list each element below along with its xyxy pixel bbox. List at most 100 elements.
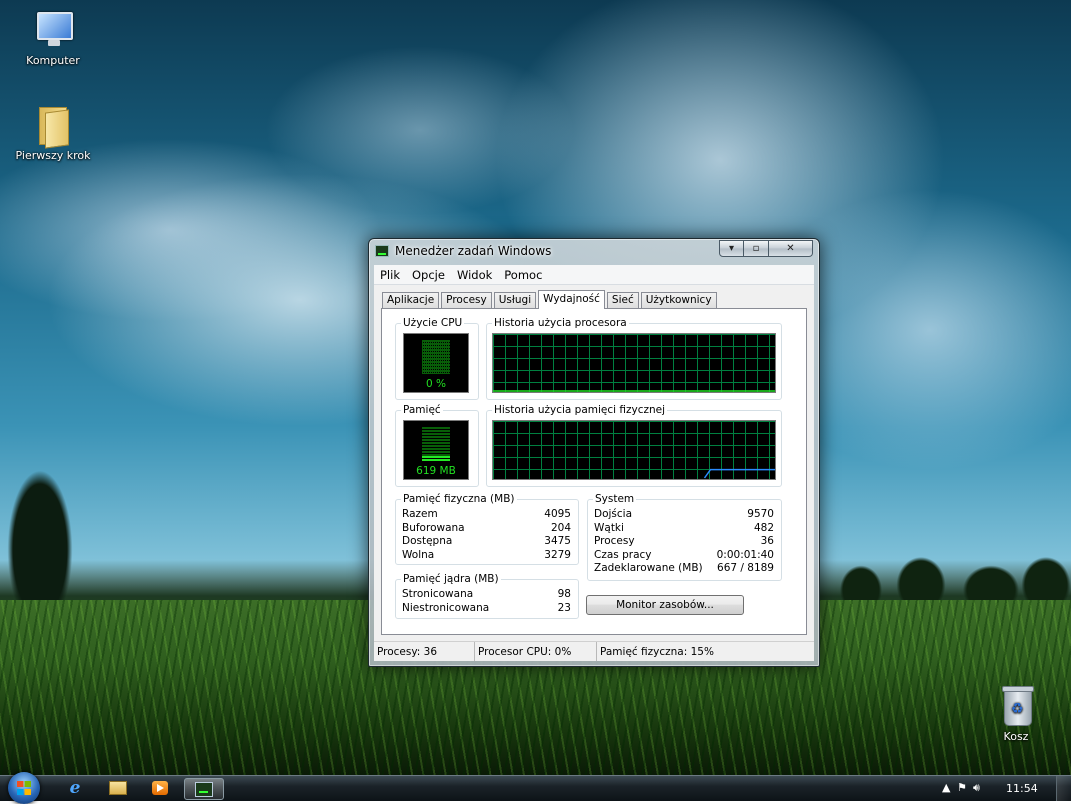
stat-name: Stronicowana <box>402 588 474 600</box>
kernel-memory-label: Pamięć jądra (MB) <box>401 573 501 585</box>
stat-name: Dojścia <box>594 508 633 520</box>
stat-row: Dostępna 3475 <box>402 535 571 548</box>
stat-value: 9570 <box>747 508 774 520</box>
show-desktop-button[interactable] <box>1056 776 1071 801</box>
tab-applications[interactable]: Aplikacje <box>382 292 440 308</box>
window-client: Aplikacje Procesy Usługi Wydajność Sieć … <box>374 285 814 661</box>
kernel-memory-group: Pamięć jądra (MB) Stronicowana 98 Niestro… <box>395 573 579 619</box>
desktop-icon-label: Komputer <box>26 54 80 67</box>
memory-label: Pamięć <box>401 404 443 416</box>
status-cpu: Procesor CPU: 0% <box>475 642 597 661</box>
stat-row: Niestronicowana 23 <box>402 602 571 615</box>
stat-row: Razem 4095 <box>402 508 571 521</box>
taskbar: e ▲ ⚑ 🔊︎ 11:54 <box>0 772 1071 804</box>
memory-meter: 619 MB <box>403 420 469 480</box>
status-memory: Pamięć fizyczna: 15% <box>600 645 714 658</box>
cpu-history-graph <box>492 333 776 393</box>
stat-value: 23 <box>557 602 571 614</box>
cpu-usage-meter: 0 % <box>403 333 469 393</box>
computer-icon <box>33 8 73 50</box>
taskbar-task-manager[interactable] <box>184 778 224 800</box>
media-player-icon <box>152 781 168 795</box>
stat-value: 204 <box>550 522 571 534</box>
stat-value: 482 <box>753 522 774 534</box>
stat-row: Procesy 36 <box>594 535 774 548</box>
window-controls: ▾ ▫ ✕ <box>719 240 813 258</box>
task-manager-window: Menedżer zadań Windows ▾ ▫ ✕ Plik Opcje … <box>368 238 820 667</box>
menu-view[interactable]: Widok <box>451 268 498 282</box>
physical-memory-group: Pamięć fizyczna (MB) Razem 4095 Buforowan… <box>395 493 579 565</box>
stat-name: Dostępna <box>402 535 453 547</box>
stat-name: Buforowana <box>402 522 465 534</box>
window-title: Menedżer zadań Windows <box>395 244 552 258</box>
minimize-button[interactable]: ▾ <box>719 240 744 257</box>
clock[interactable]: 11:54 <box>1006 782 1038 795</box>
cpu-history-label: Historia użycia procesora <box>492 317 629 329</box>
stat-row: Buforowana 204 <box>402 522 571 535</box>
task-manager-icon <box>195 781 213 797</box>
cpu-usage-group: Użycie CPU 0 % <box>395 317 479 400</box>
memory-history-group: Historia użycia pamięci fizycznej <box>486 404 782 487</box>
stat-name: Niestronicowana <box>402 602 490 614</box>
taskbar-media-player[interactable] <box>141 778 179 798</box>
system-label: System <box>593 493 637 505</box>
tab-processes[interactable]: Procesy <box>441 292 492 308</box>
desktop-background: Komputer Pierwszy krok Kosz Menedżer zad… <box>0 0 1071 775</box>
desktop-icon-recycle-bin[interactable]: Kosz <box>976 684 1056 743</box>
stat-value: 36 <box>760 535 774 547</box>
folder-icon <box>33 103 73 149</box>
performance-panel: Użycie CPU 0 % Historia użycia procesora <box>381 308 807 635</box>
cpu-usage-label: Użycie CPU <box>401 317 465 329</box>
memory-group: Pamięć 619 MB <box>395 404 479 487</box>
tab-networking[interactable]: Sieć <box>606 292 639 308</box>
maximize-button[interactable]: ▫ <box>744 240 769 257</box>
cpu-meter-bars <box>422 340 450 374</box>
stat-value: 3279 <box>544 549 571 561</box>
menu-options[interactable]: Opcje <box>406 268 451 282</box>
physical-memory-label: Pamięć fizyczna (MB) <box>401 493 517 505</box>
memory-history-graph <box>492 420 776 480</box>
stat-name: Wolna <box>402 549 435 561</box>
memory-meter-fill <box>422 456 450 461</box>
graph-series-line <box>703 468 775 479</box>
start-button[interactable] <box>8 772 40 804</box>
memory-history-label: Historia użycia pamięci fizycznej <box>492 404 668 416</box>
tab-users[interactable]: Użytkownicy <box>640 292 717 308</box>
system-group: System Dojścia 9570 Wątki 482 Procesy 36 Cz… <box>587 493 782 581</box>
action-center-flag-icon[interactable]: ⚑ <box>957 781 967 794</box>
title-bar[interactable]: Menedżer zadań Windows ▾ ▫ ✕ <box>369 239 819 263</box>
desktop-icon-first-steps[interactable]: Pierwszy krok <box>13 103 93 162</box>
stat-name: Razem <box>402 508 438 520</box>
task-manager-icon <box>375 245 389 257</box>
status-bar: Procesy: 36 Procesor CPU: 0% Pamięć fizy… <box>374 641 814 661</box>
tab-services[interactable]: Usługi <box>493 292 537 308</box>
stat-row: Czas pracy 0:00:01:40 <box>594 549 774 562</box>
close-button[interactable]: ✕ <box>769 240 813 257</box>
stat-row: Stronicowana 98 <box>402 588 571 601</box>
recycle-bin-icon <box>996 684 1036 726</box>
status-processes: Procesy: 36 <box>374 642 475 661</box>
cpu-history-group: Historia użycia procesora <box>486 317 782 400</box>
stat-name: Czas pracy <box>594 549 652 561</box>
tab-performance[interactable]: Wydajność <box>538 290 605 309</box>
memory-value: 619 MB <box>416 465 456 477</box>
stat-row: Zadeklarowane (MB) 667 / 8189 <box>594 562 774 575</box>
stat-value: 4095 <box>544 508 571 520</box>
internet-explorer-icon: e <box>69 778 81 798</box>
menu-file[interactable]: Plik <box>374 268 406 282</box>
cpu-usage-value: 0 % <box>426 378 446 390</box>
stat-name: Procesy <box>594 535 635 547</box>
stat-value: 0:00:01:40 <box>716 549 774 561</box>
resource-monitor-button[interactable]: Monitor zasobów... <box>586 595 744 615</box>
stat-value: 667 / 8189 <box>717 562 774 574</box>
stat-name: Wątki <box>594 522 624 534</box>
desktop-icon-label: Pierwszy krok <box>15 149 91 162</box>
volume-icon[interactable]: 🔊︎ <box>973 781 980 795</box>
tray-show-hidden[interactable]: ▲ <box>942 781 950 794</box>
menu-help[interactable]: Pomoc <box>498 268 548 282</box>
stat-row: Dojścia 9570 <box>594 508 774 521</box>
desktop-icon-computer[interactable]: Komputer <box>13 8 93 67</box>
taskbar-internet-explorer[interactable]: e <box>56 778 94 798</box>
taskbar-explorer[interactable] <box>99 778 137 798</box>
stat-row: Wątki 482 <box>594 522 774 535</box>
